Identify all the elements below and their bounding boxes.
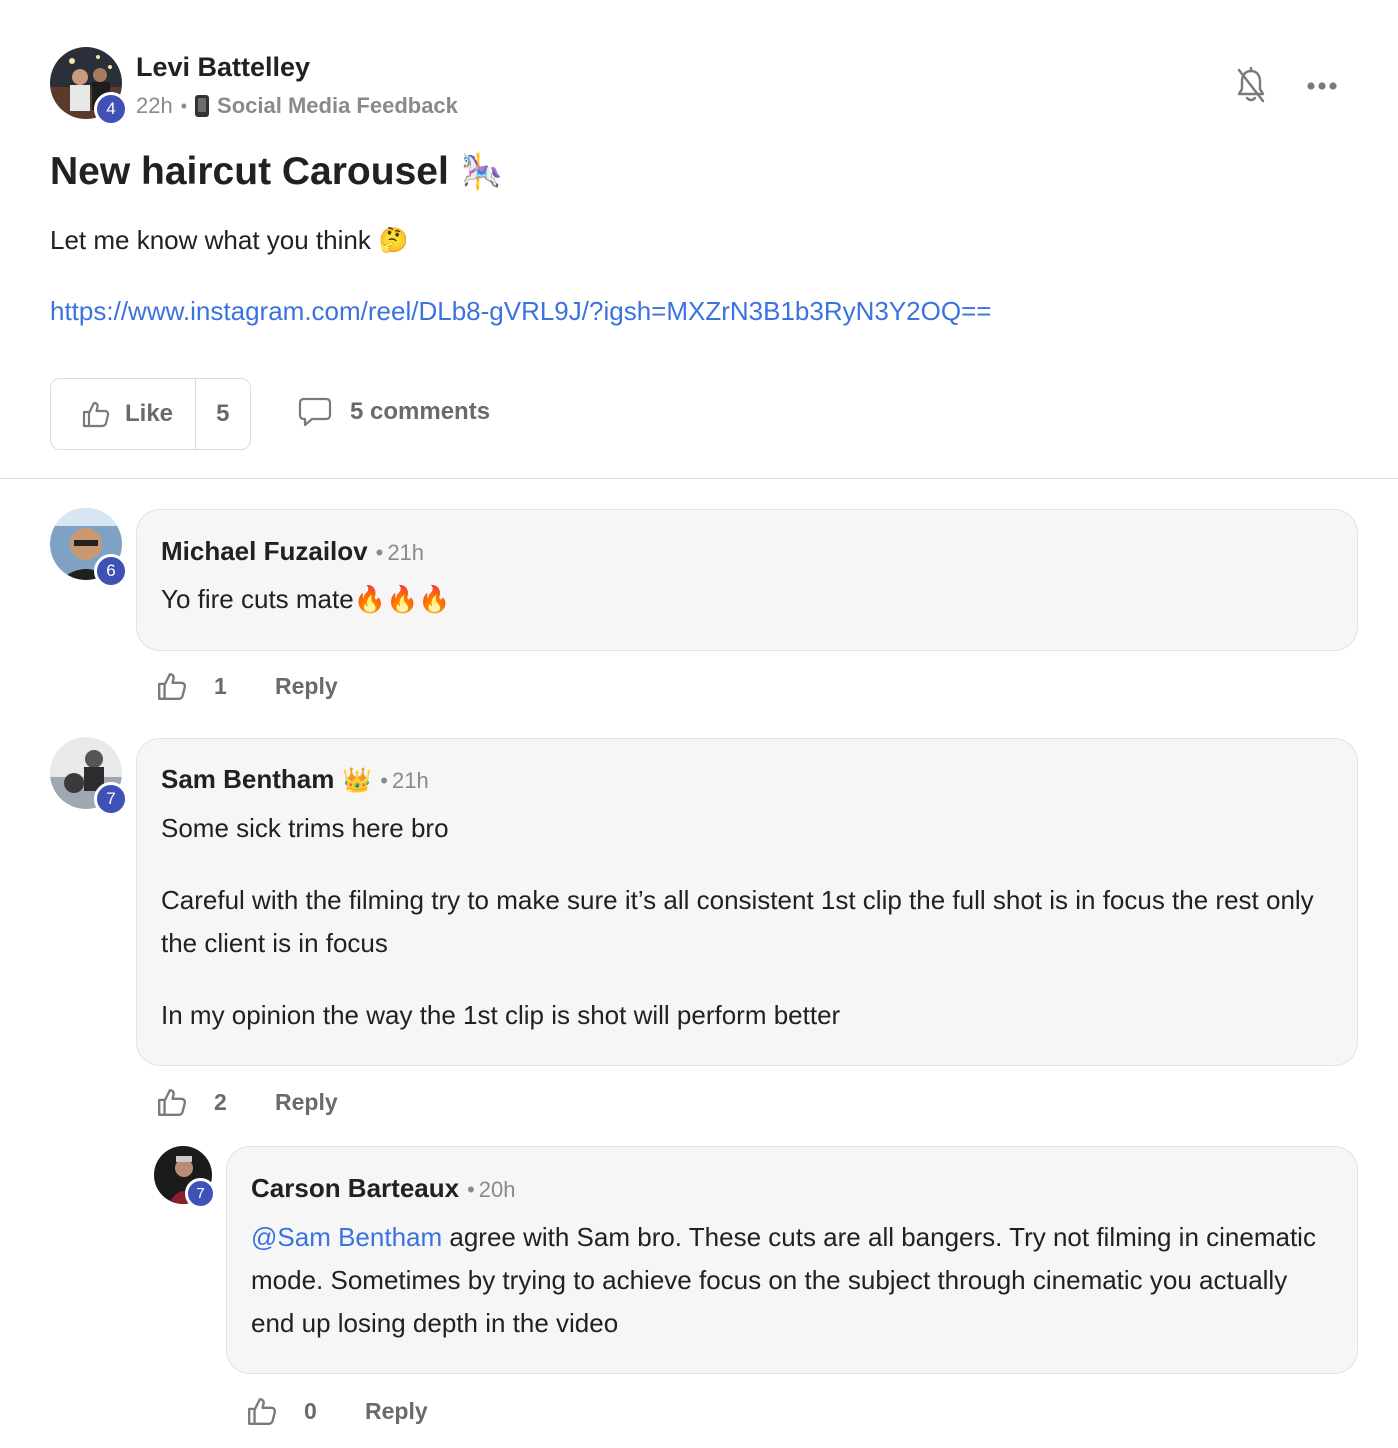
reply-like-count: 0 [304, 1397, 317, 1424]
comment-author[interactable]: Michael Fuzailov [161, 536, 368, 567]
comment-paragraph: In my opinion the way the 1st clip is sh… [161, 1000, 841, 1030]
more-horizontal-icon[interactable] [1302, 74, 1342, 98]
comment-reply-button[interactable]: Reply [275, 673, 338, 700]
reply-header: Carson Barteaux • 20h [251, 1173, 516, 1204]
post-like-label: Like [125, 400, 174, 427]
reply-text: @Sam Bentham agree with Sam bro. These c… [251, 1216, 1331, 1345]
comment-like-button[interactable] [156, 1086, 188, 1118]
bell-off-icon[interactable] [1232, 66, 1270, 106]
comment-level-badge: 6 [94, 554, 128, 588]
comment-level-badge: 7 [94, 782, 128, 816]
reply-actions: 0 Reply [246, 1395, 428, 1427]
comment-like-count: 1 [214, 672, 227, 699]
post-body: Let me know what you think 🤔 [50, 225, 409, 256]
thumbs-up-icon [158, 1089, 187, 1116]
comment-header: Michael Fuzailov • 21h [161, 536, 424, 567]
reply-time: 20h [478, 1177, 516, 1202]
post-author-name[interactable]: Levi Battelley [136, 52, 310, 83]
speech-bubble-icon [298, 397, 332, 427]
reply-author[interactable]: Carson Barteaux [251, 1173, 459, 1204]
thumbs-up-icon [248, 1398, 277, 1425]
thinking-emoji-icon: 🤔 [378, 227, 409, 254]
post-comments-button[interactable]: 5 comments [298, 396, 490, 428]
carousel-emoji-icon: 🎠 [460, 153, 504, 191]
comment-time: 21h [391, 768, 429, 793]
post-category[interactable]: Social Media Feedback [217, 93, 458, 119]
comment-actions: 1 Reply [156, 670, 338, 702]
reply-avatar[interactable]: 7 [154, 1146, 216, 1209]
reply-mention-link[interactable]: @Sam Bentham [251, 1222, 442, 1252]
post-like-control: Like 5 [50, 378, 251, 450]
post-body-text: Let me know what you think [50, 225, 371, 255]
comment-avatar[interactable]: 6 [50, 508, 128, 588]
author-level-badge: 4 [94, 92, 128, 126]
comment-reply-button[interactable]: Reply [275, 1089, 338, 1116]
comment-avatar[interactable]: 7 [50, 737, 128, 816]
post-divider [0, 478, 1398, 479]
comment-header: Sam Bentham 👑 • 21h [161, 764, 429, 795]
comment-separator: • [375, 540, 384, 565]
comment-paragraph: Careful with the filming try to make sur… [161, 885, 1314, 958]
reply-reply-button[interactable]: Reply [365, 1398, 428, 1425]
comment-time: 21h [387, 540, 425, 565]
comment-like-count: 2 [214, 1088, 227, 1115]
post-comments-count: 5 comments [350, 398, 491, 425]
reply-like-button[interactable] [246, 1395, 278, 1427]
comment-text: Yo fire cuts mate🔥🔥🔥 [161, 584, 451, 614]
comment-actions: 2 Reply [156, 1086, 338, 1118]
post-like-button[interactable]: Like [51, 379, 196, 449]
post-time: 22h [136, 93, 173, 118]
thumbs-up-icon [82, 401, 110, 428]
crown-icon: 👑 [342, 767, 373, 794]
reply-separator: • [467, 1177, 475, 1202]
comment-separator: • [380, 768, 388, 793]
thumbs-up-icon [158, 673, 187, 700]
meta-separator: • [180, 95, 188, 116]
comment-author[interactable]: Sam Bentham [161, 764, 334, 795]
post-meta: 22h • Social Media Feedback [136, 93, 458, 119]
post-title: New haircut Carousel 🎠 [50, 150, 503, 194]
phone-icon [195, 95, 210, 117]
comment-paragraph: Some sick trims here bro [161, 813, 449, 843]
post-like-count[interactable]: 5 [196, 400, 250, 428]
post-link[interactable]: https://www.instagram.com/reel/DLb8-gVRL… [50, 296, 991, 327]
comment-like-button[interactable] [156, 670, 188, 702]
reply-level-badge: 7 [185, 1178, 216, 1209]
author-avatar[interactable]: 4 [50, 47, 128, 126]
post-title-text: New haircut Carousel [50, 150, 449, 193]
